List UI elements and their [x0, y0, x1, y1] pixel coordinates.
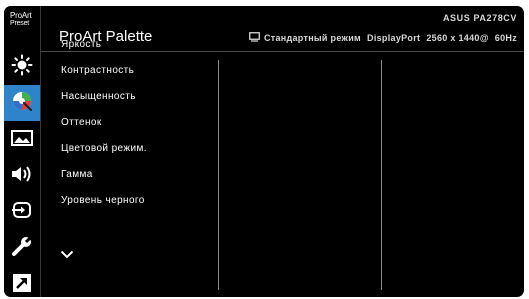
category-rail: ProArt Preset — [4, 6, 40, 297]
palette-icon — [11, 90, 33, 117]
rail-item-brightness[interactable] — [4, 49, 40, 85]
status-resolution: 2560 x 1440@ — [426, 33, 489, 43]
status-mode: Стандартный режим — [263, 33, 362, 43]
menu-item-gamma[interactable]: Гамма — [61, 169, 93, 181]
menu-item-color-mode[interactable]: Цветовой режим. — [61, 143, 147, 155]
image-icon — [11, 129, 33, 152]
header-divider — [41, 51, 524, 52]
input-select-icon — [11, 200, 33, 225]
preset-label-top: ProArt — [10, 11, 32, 20]
menu-item-hue[interactable]: Оттенок — [61, 117, 102, 129]
menu-item-contrast[interactable]: Контрастность — [61, 65, 134, 77]
menu-item-brightness[interactable]: Яркость — [61, 39, 101, 51]
shortcut-icon — [12, 273, 32, 298]
wrench-icon — [11, 235, 33, 262]
chevron-down-icon — [60, 246, 74, 263]
monitor-icon — [249, 32, 260, 44]
osd-window: ProArt Preset ProArt Palette ASUS PA278C… — [4, 6, 524, 297]
model-name: ASUS PA278CV — [442, 13, 517, 23]
rail-item-setup[interactable] — [4, 230, 40, 266]
rail-divider — [40, 6, 41, 297]
menu-item-saturation[interactable]: Насыщенность — [61, 91, 136, 103]
status-input: DisplayPort — [367, 33, 421, 43]
rail-item-palette[interactable] — [4, 85, 40, 121]
rail-item-sound[interactable] — [4, 158, 40, 194]
column-divider-1 — [218, 60, 219, 290]
status-refresh: 60Hz — [494, 33, 517, 43]
rail-item-image[interactable] — [4, 122, 40, 158]
menu-item-black-level[interactable]: Уровень черного — [61, 195, 145, 207]
rail-item-shortcut[interactable] — [4, 267, 40, 297]
brightness-icon — [11, 54, 33, 81]
proart-preset-logo[interactable]: ProArt Preset — [4, 6, 40, 46]
scroll-down-button[interactable] — [60, 246, 74, 264]
rail-item-input[interactable] — [4, 194, 40, 230]
sound-icon — [10, 164, 34, 189]
preset-label-bottom: Preset — [10, 20, 30, 27]
column-divider-2 — [381, 60, 382, 290]
status-bar: Стандартный режим DisplayPort 2560 x 144… — [249, 32, 517, 44]
